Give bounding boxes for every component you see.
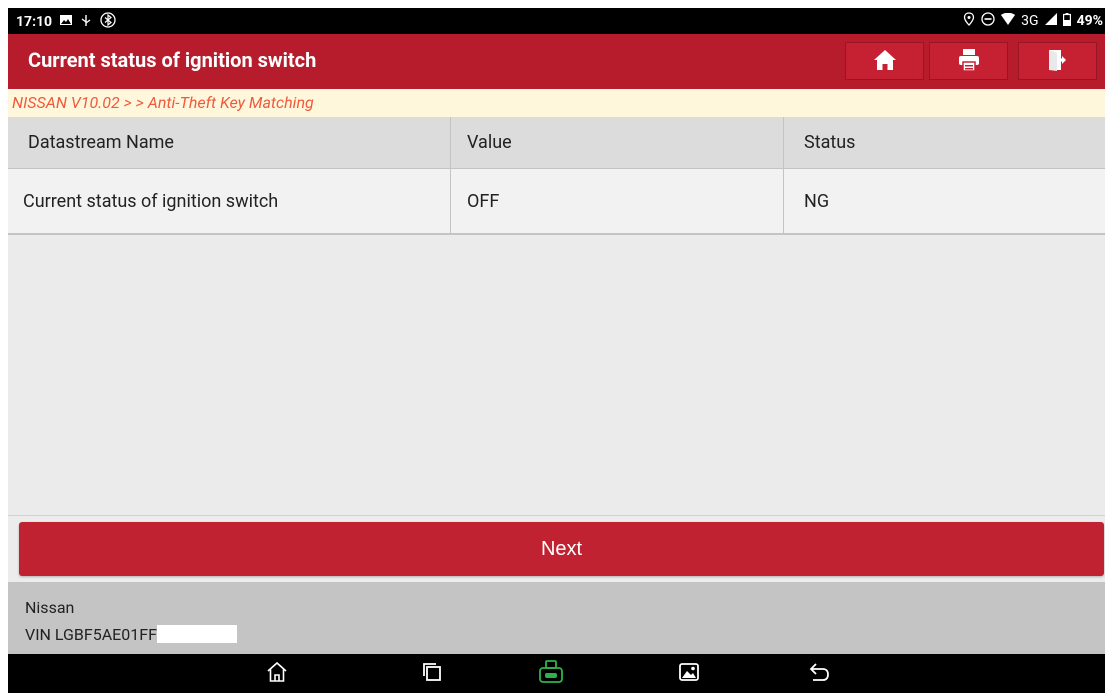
back-button[interactable] — [806, 661, 832, 687]
status-left: 17:10 — [16, 12, 116, 32]
column-divider — [450, 117, 451, 168]
print-button[interactable] — [929, 42, 1008, 80]
column-header-status: Status — [804, 132, 856, 153]
wifi-icon — [1001, 12, 1016, 29]
gallery-button[interactable] — [676, 661, 702, 687]
title-bar: Current status of ignition switch — [8, 34, 1105, 89]
recent-apps-icon — [421, 661, 443, 687]
breadcrumb: NISSAN V10.02 > > Anti-Theft Key Matchin… — [8, 89, 1105, 117]
gallery-icon — [678, 662, 700, 686]
breadcrumb-text: NISSAN V10.02 > > Anti-Theft Key Matchin… — [12, 93, 314, 112]
column-divider — [450, 169, 451, 233]
battery-level: 49% — [1076, 13, 1103, 29]
page-title: Current status of ignition switch — [28, 48, 317, 72]
clock: 17:10 — [16, 14, 53, 30]
column-header-value: Value — [467, 132, 512, 153]
battery-icon — [1062, 12, 1071, 30]
table-header: Datastream Name Value Status — [8, 117, 1105, 169]
recent-apps-button[interactable] — [419, 661, 445, 687]
vehicle-make: Nissan — [25, 598, 75, 617]
back-icon — [807, 661, 831, 687]
nav-home-button[interactable] — [264, 661, 290, 687]
home-icon — [873, 49, 897, 74]
vehicle-info-footer: Nissan VIN LGBF5AE01FF — [8, 582, 1105, 654]
print-icon — [957, 48, 981, 75]
status-right: 3G 49% — [963, 12, 1103, 30]
row-datastream-name: Current status of ignition switch — [23, 190, 279, 212]
column-divider — [783, 169, 784, 233]
system-status-bar: 17:10 3G 49% — [8, 8, 1105, 34]
table-row[interactable]: Current status of ignition switch OFF NG — [8, 169, 1105, 235]
next-button[interactable]: Next — [19, 522, 1104, 576]
row-value: OFF — [467, 190, 500, 212]
exit-icon — [1047, 48, 1069, 75]
signal-icon — [1044, 13, 1057, 29]
exit-button[interactable] — [1018, 42, 1097, 80]
vin-redaction — [156, 625, 237, 643]
row-status: NG — [804, 190, 830, 212]
bluetooth-icon — [100, 12, 116, 32]
system-nav-bar — [8, 654, 1105, 693]
app-frame: 17:10 3G 49% Current status of ignition … — [8, 8, 1105, 693]
vci-icon — [538, 659, 564, 689]
do-not-disturb-icon — [981, 12, 995, 30]
vin-text: VIN LGBF5AE01FF — [25, 625, 157, 644]
location-icon — [963, 12, 975, 30]
home-button[interactable] — [845, 42, 924, 80]
column-header-name: Datastream Name — [28, 132, 174, 153]
nav-home-icon — [266, 661, 288, 687]
usb-icon — [80, 14, 92, 31]
network-type: 3G — [1021, 13, 1039, 29]
vehicle-vin: VIN LGBF5AE01FF — [25, 625, 237, 644]
image-notification-icon — [60, 14, 73, 30]
column-divider — [783, 117, 784, 168]
vci-button[interactable] — [538, 659, 564, 689]
table-empty-area — [8, 235, 1105, 516]
